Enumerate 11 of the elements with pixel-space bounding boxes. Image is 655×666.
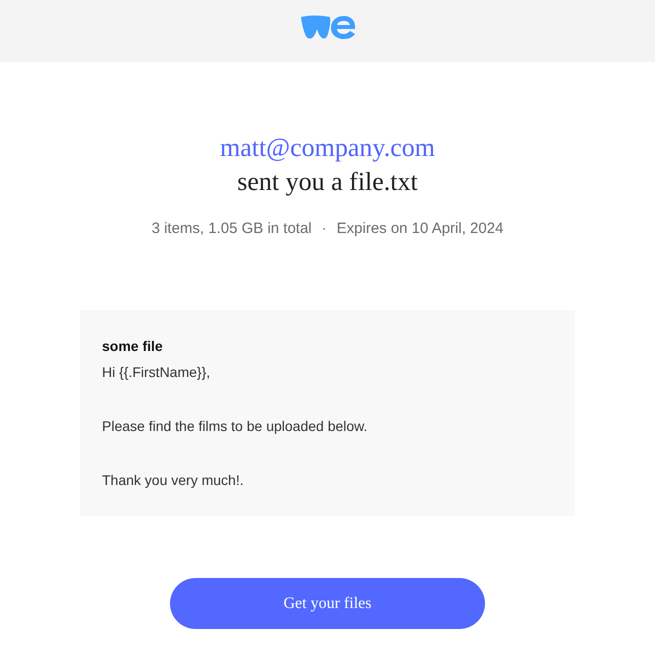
sender-email[interactable]: matt@company.com: [220, 132, 436, 164]
transfer-subject: sent you a file.txt: [237, 166, 418, 198]
message-text: Thank you very much!.: [102, 471, 245, 490]
transfer-size: 3 items, 1.05 GB in total: [152, 220, 312, 237]
get-files-button[interactable]: Get your files: [170, 578, 485, 629]
message-text: Please find the films to be uploaded below.: [102, 417, 368, 436]
expiry-date: Expires on 10 April, 2024: [336, 220, 504, 237]
separator-dot: ·: [322, 220, 327, 237]
logo-icon: [300, 14, 356, 40]
message-text: Hi {{.FirstName}},: [102, 363, 212, 382]
message-title: some file: [102, 337, 164, 356]
